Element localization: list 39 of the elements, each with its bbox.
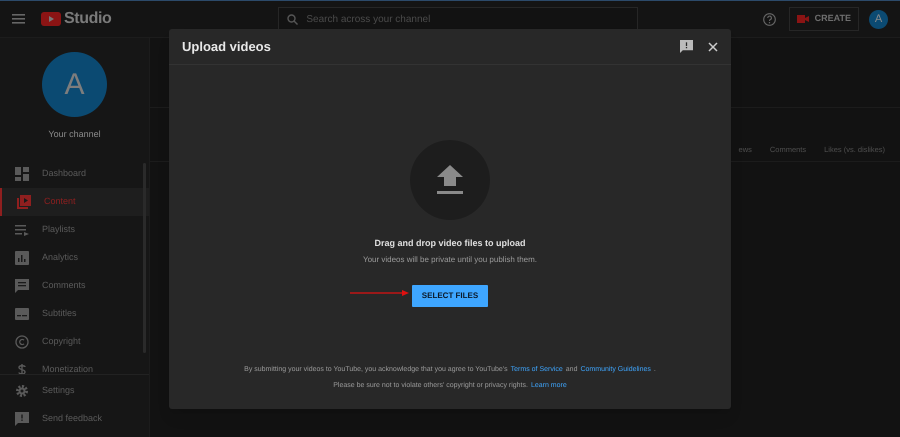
arrow [350, 290, 409, 296]
sidebar-item[interactable]: Send feedback [0, 405, 149, 433]
video-camera-icon [796, 15, 809, 23]
search-field[interactable]: Search across your channel [278, 7, 638, 31]
dashboard-icon [15, 167, 29, 181]
sidebar-item[interactable]: Monetization [0, 356, 149, 374]
drop-instruction: Drag and drop video files to upload [374, 237, 526, 250]
privacy-note: Your videos will be private until you publish them. [362, 254, 538, 266]
help-icon[interactable] [762, 12, 776, 26]
sidebar-item[interactable]: Playlists [0, 216, 149, 244]
bar-chart-icon [15, 251, 29, 265]
dialog-title: Upload videos [182, 38, 271, 56]
playlist-icon [15, 223, 29, 237]
close-icon[interactable] [708, 42, 718, 52]
sidebar-item[interactable]: Dashboard [0, 160, 149, 188]
search-input[interactable]: Search across your channel [306, 12, 630, 26]
sidebar-item[interactable]: Copyright [0, 328, 149, 356]
search-icon [287, 14, 298, 24]
sidebar-item[interactable]: Analytics [0, 244, 149, 272]
subtitles-icon [15, 307, 29, 321]
gear-icon [15, 384, 29, 398]
account-avatar[interactable]: A [869, 10, 888, 28]
feedback-icon [15, 412, 29, 426]
play-logo-icon[interactable] [41, 12, 61, 26]
channel-label: Your channel [48, 128, 101, 141]
sidebar-item[interactable]: Content [0, 188, 149, 216]
feedback-icon[interactable] [680, 40, 693, 53]
sidebar-item[interactable]: Comments [0, 272, 149, 300]
comment-icon [15, 279, 29, 293]
sidebar-item[interactable]: Settings [0, 377, 149, 405]
video-library-icon [17, 195, 31, 209]
select-files-button[interactable]: SELECT FILES [412, 284, 488, 306]
sidebar-item[interactable]: Subtitles [0, 300, 149, 328]
menu-icon[interactable] [12, 14, 25, 24]
copyright-icon [15, 335, 29, 349]
channel-avatar[interactable]: A [42, 52, 107, 117]
create-button[interactable]: CREATE [788, 7, 859, 31]
logo-text: Studio [64, 9, 112, 29]
upload-icon [437, 165, 463, 195]
